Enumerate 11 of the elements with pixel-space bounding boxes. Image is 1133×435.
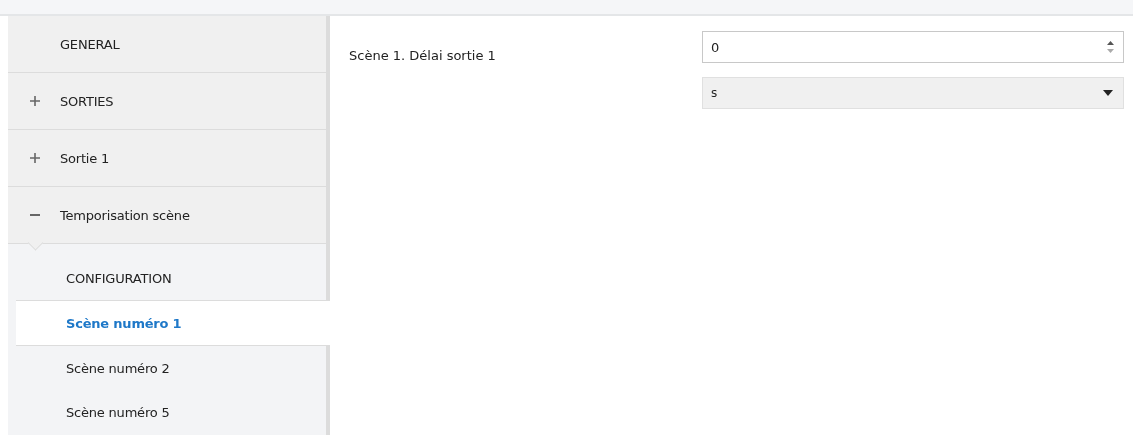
expand-icon[interactable] [30,153,40,163]
caret-icon [1103,90,1113,96]
sidebar-subitem[interactable]: Scène numéro 5 [8,390,326,434]
sidebar-subitem[interactable]: Scène numéro 2 [8,346,326,390]
sidebar-subitem[interactable]: Scène numéro 1 [16,300,330,346]
number-field[interactable]: 0 [702,31,1124,63]
spinner-arrows-icon[interactable] [1107,40,1114,54]
sidebar-subitem[interactable]: CONFIGURATION [8,256,326,300]
unit-dropdown[interactable]: s [702,77,1124,109]
expand-icon[interactable] [30,96,40,106]
parameter-label: Scène 1. Délai sortie 1 [349,47,497,65]
